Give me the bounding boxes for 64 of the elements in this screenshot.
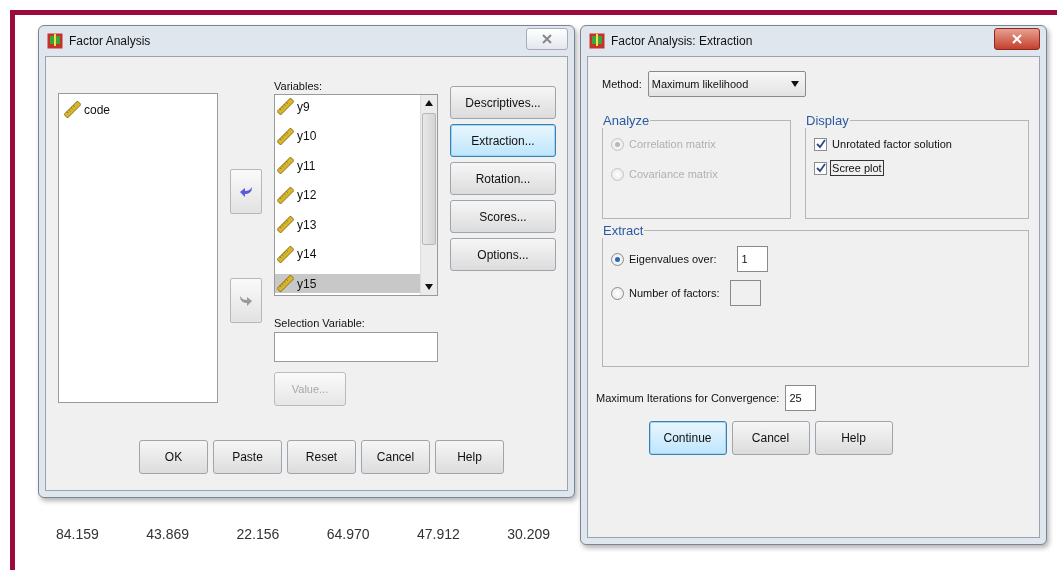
iterations-label: Maximum Iterations for Convergence: — [596, 391, 780, 405]
radio-label: Covariance matrix — [628, 167, 719, 182]
radio-label: Number of factors: — [628, 286, 721, 301]
dialog-button[interactable]: Reset — [287, 440, 356, 474]
scrollbar[interactable] — [420, 95, 437, 295]
number-field[interactable] — [730, 280, 762, 306]
dialog-button[interactable]: Cancel — [361, 440, 430, 474]
table-cell: 43.869 — [146, 526, 190, 542]
dialog-button[interactable]: Extraction... — [450, 124, 556, 157]
variable-item[interactable]: y13 — [275, 215, 420, 234]
dialog-button[interactable]: Continue — [648, 421, 727, 455]
dialog-button[interactable]: Help — [814, 421, 893, 455]
checkbox[interactable] — [814, 161, 828, 175]
dialog-button[interactable]: Options... — [450, 238, 556, 271]
variable-item[interactable]: y10 — [275, 126, 420, 146]
table-cell: 64.970 — [326, 526, 370, 542]
window-title: Factor Analysis — [69, 34, 152, 48]
variable-item[interactable]: y11 — [275, 156, 420, 175]
variable-item[interactable]: y12 — [275, 185, 420, 205]
method-dropdown[interactable]: Maximum likelihood — [647, 71, 806, 97]
dialog-button[interactable]: Scores... — [450, 200, 556, 233]
dialog-button[interactable]: Descriptives... — [450, 86, 556, 119]
variable-item[interactable]: code — [62, 100, 214, 119]
table-cell: 84.159 — [56, 526, 99, 542]
radio-label: Eigenvalues over: — [628, 252, 718, 267]
close-button[interactable] — [994, 28, 1040, 50]
checkbox-label: Unrotated factor solution — [831, 137, 953, 152]
checkmark-icon — [815, 139, 826, 149]
variable-item[interactable]: y15 — [275, 274, 420, 293]
selection-variable-field[interactable] — [274, 332, 438, 362]
table-cell: 22.156 — [236, 526, 280, 542]
group-title: Analyze — [602, 113, 651, 128]
variable-item[interactable]: y9 — [275, 97, 420, 116]
dialog-button[interactable]: Cancel — [731, 421, 810, 455]
window-title: Factor Analysis: Extraction — [611, 34, 754, 48]
checkbox[interactable] — [814, 137, 828, 151]
move-button[interactable] — [230, 169, 262, 214]
group-title: Display — [805, 113, 850, 128]
iterations-field[interactable]: 25 — [785, 385, 817, 411]
close-icon — [542, 34, 552, 44]
dialog-button[interactable]: OK — [139, 440, 208, 474]
scroll-down-icon — [425, 284, 433, 290]
ruler-icon — [277, 275, 294, 292]
scroll-up-icon — [425, 100, 433, 106]
table-cell: 30.209 — [507, 526, 550, 542]
radio-button[interactable] — [611, 252, 624, 266]
variables-label: Variables: — [274, 79, 324, 93]
app-icon — [47, 33, 63, 49]
selection-variable-label: Selection Variable: — [274, 316, 366, 330]
app-icon — [589, 33, 605, 49]
radio-button[interactable] — [611, 286, 624, 300]
radio-label: Correlation matrix — [628, 137, 717, 152]
checkmark-icon — [815, 163, 826, 173]
close-icon — [1012, 34, 1022, 44]
group-title: Extract — [602, 223, 645, 238]
method-label: Method: — [602, 77, 642, 91]
table-cell: 47.912 — [416, 526, 460, 542]
dropdown-caret-icon — [790, 81, 799, 87]
dialog-button[interactable]: Rotation... — [450, 162, 556, 195]
number-field[interactable]: 1 — [737, 246, 769, 272]
dialog-button[interactable]: Paste — [213, 440, 282, 474]
dialog-button[interactable]: Help — [435, 440, 504, 474]
checkbox-label: Scree plot — [830, 160, 884, 176]
variable-item[interactable]: y14 — [275, 244, 420, 264]
